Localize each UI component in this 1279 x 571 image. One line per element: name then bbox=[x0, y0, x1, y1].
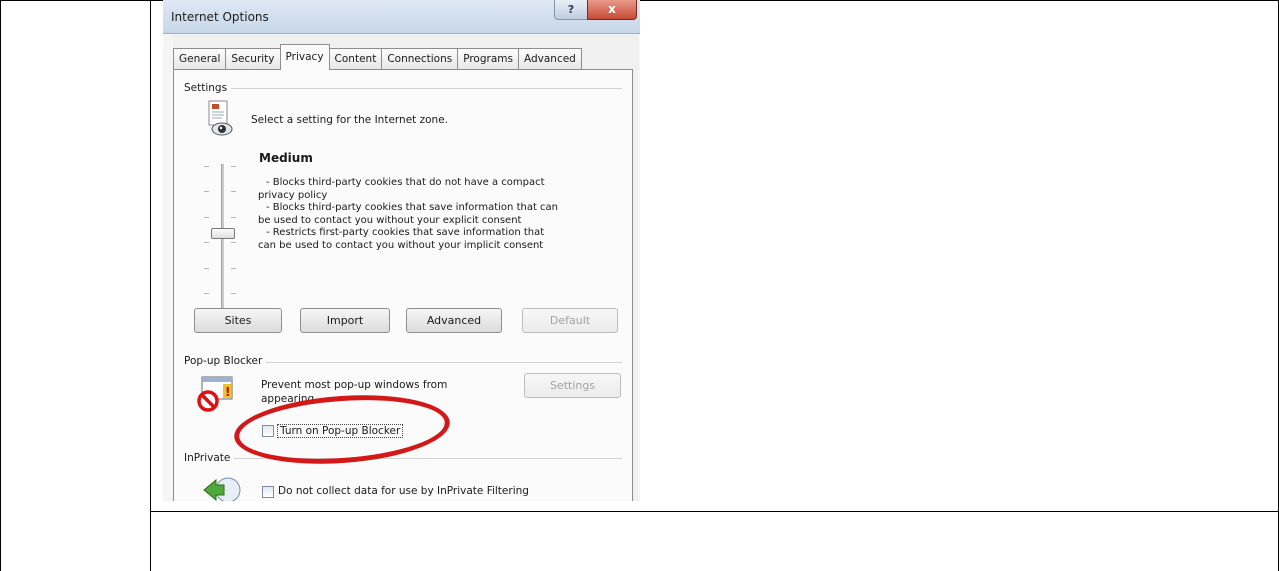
close-button[interactable]: x bbox=[587, 0, 637, 20]
privacy-slider-track[interactable] bbox=[221, 164, 224, 319]
description-line: can be used to contact you without your … bbox=[258, 239, 544, 251]
svg-text:!: ! bbox=[225, 385, 230, 399]
popup-description-line1: Prevent most pop-up windows from bbox=[261, 379, 448, 391]
inprivate-group-label: InPrivate bbox=[184, 452, 235, 464]
window-title: Internet Options bbox=[171, 10, 269, 24]
import-button[interactable]: Import bbox=[300, 308, 390, 333]
popup-blocked-icon: ! bbox=[197, 376, 233, 412]
slider-tick bbox=[204, 268, 209, 269]
slider-tick bbox=[231, 166, 236, 167]
slider-tick bbox=[204, 191, 209, 192]
popup-settings-button[interactable]: Settings bbox=[524, 373, 621, 398]
slider-tick bbox=[204, 293, 209, 294]
tab-strip: General Security Privacy Content Connect… bbox=[173, 44, 582, 70]
slider-tick bbox=[231, 293, 236, 294]
advanced-button[interactable]: Advanced bbox=[406, 308, 502, 333]
inprivate-group-line bbox=[184, 458, 622, 459]
table-column-divider bbox=[150, 0, 151, 571]
description-line: - Blocks third-party cookies that do not… bbox=[266, 177, 545, 188]
tab-privacy[interactable]: Privacy bbox=[279, 44, 330, 70]
table-row-divider bbox=[150, 511, 1279, 512]
slider-tick bbox=[204, 217, 209, 218]
sites-button[interactable]: Sites bbox=[194, 308, 282, 333]
privacy-level-description: - Blocks third-party cookies that do not… bbox=[258, 177, 618, 252]
slider-tick bbox=[231, 191, 236, 192]
help-button[interactable]: ? bbox=[554, 0, 588, 20]
popup-group-label: Pop-up Blocker bbox=[184, 355, 267, 367]
slider-tick bbox=[231, 268, 236, 269]
privacy-slider-thumb[interactable] bbox=[211, 228, 235, 239]
settings-group-label: Settings bbox=[184, 82, 232, 94]
tab-advanced[interactable]: Advanced bbox=[517, 48, 582, 70]
privacy-document-eye-icon bbox=[208, 100, 233, 136]
slider-tick bbox=[231, 242, 236, 243]
description-line: - Blocks third-party cookies that save i… bbox=[266, 202, 559, 213]
inprivate-filtering-icon bbox=[203, 477, 241, 501]
title-bar: Internet Options ? x bbox=[163, 0, 640, 34]
settings-group-line bbox=[184, 88, 622, 89]
default-button[interactable]: Default bbox=[522, 308, 618, 333]
tab-general[interactable]: General bbox=[173, 48, 227, 70]
tab-programs[interactable]: Programs bbox=[457, 48, 519, 70]
inprivate-filtering-checkbox-label[interactable]: Do not collect data for use by InPrivate… bbox=[278, 485, 529, 497]
tab-connections[interactable]: Connections bbox=[381, 48, 459, 70]
slider-tick bbox=[231, 217, 236, 218]
slider-tick bbox=[204, 166, 209, 167]
description-line: privacy policy bbox=[258, 189, 328, 201]
tab-content[interactable]: Content bbox=[328, 48, 383, 70]
description-line: - Restricts first-party cookies that sav… bbox=[266, 227, 545, 238]
settings-prompt: Select a setting for the Internet zone. bbox=[251, 114, 449, 126]
privacy-level-title: Medium bbox=[259, 151, 313, 165]
inprivate-filtering-checkbox[interactable] bbox=[262, 486, 274, 498]
slider-tick bbox=[204, 242, 209, 243]
description-line: be used to contact you without your expl… bbox=[258, 214, 522, 226]
tab-security[interactable]: Security bbox=[225, 48, 281, 70]
